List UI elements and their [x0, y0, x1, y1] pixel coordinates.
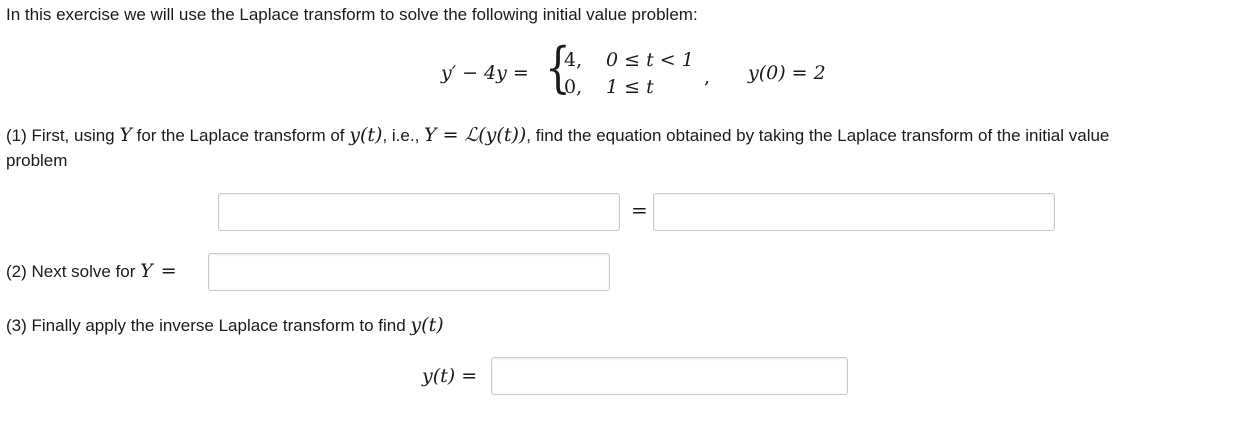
part1-yt: y(t): [349, 124, 383, 146]
part3-answer-label: y(t) =: [422, 365, 478, 387]
part2-text: (2) Next solve for: [6, 262, 141, 281]
equation-lhs: y′ − 4y =: [441, 62, 529, 84]
part1-text: (1) First, using Y for the Laplace trans…: [6, 124, 1109, 146]
part2-equals: =: [160, 260, 177, 282]
part1-text-b: for the Laplace transform of: [131, 126, 350, 145]
intro-text: In this exercise we will use the Laplace…: [6, 5, 698, 24]
part1-text-c: , i.e.,: [382, 126, 425, 145]
initial-condition: y(0) = 2: [748, 62, 826, 84]
case2-condition: 1 ≤ t: [606, 76, 654, 98]
part1-equals: =: [631, 198, 648, 222]
equation-comma: ,: [704, 66, 711, 88]
laplace-rhs-input[interactable]: [653, 193, 1055, 231]
part1-Y: Y: [119, 124, 132, 146]
part1-text-d: , find the equation obtained by taking t…: [526, 126, 1110, 145]
case2-value: 0,: [564, 76, 583, 98]
laplace-lhs-input[interactable]: [218, 193, 620, 231]
part3-yt: y(t): [410, 314, 444, 336]
part3-text: (3) Finally apply the inverse Laplace tr…: [6, 316, 411, 335]
part2-Y: Y: [140, 260, 153, 282]
case1-condition: 0 ≤ t < 1: [606, 49, 694, 71]
yt-answer-input[interactable]: [491, 357, 848, 395]
part1-text-a: (1) First, using: [6, 126, 120, 145]
part1-definition: Y = ℒ(y(t)): [424, 124, 527, 146]
part1-text-line2: problem: [6, 151, 68, 170]
solve-Y-input[interactable]: [208, 253, 610, 291]
case1-value: 4,: [564, 49, 583, 71]
part3-label: (3) Finally apply the inverse Laplace tr…: [6, 314, 444, 336]
part2-label: (2) Next solve for Y =: [6, 260, 177, 282]
